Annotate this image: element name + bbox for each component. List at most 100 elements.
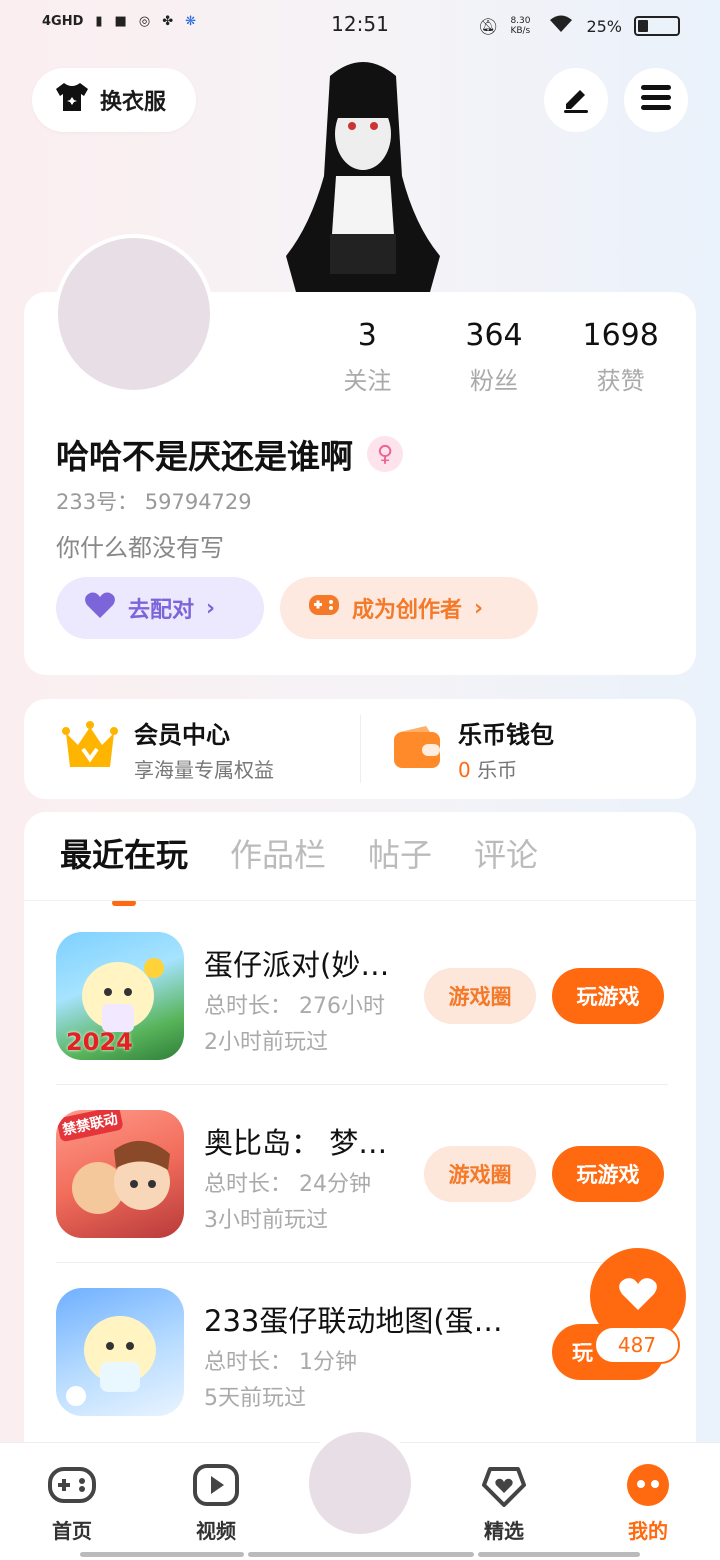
game-badge: 2024 [66, 1028, 133, 1056]
play-icon [166, 1463, 266, 1507]
list-item[interactable]: 233蛋仔联动地图(蛋… 总时长： 1分钟 5天前玩过 玩 [56, 1272, 668, 1432]
tab-posts[interactable]: 帖子 [368, 830, 432, 876]
avatar-character[interactable] [280, 56, 446, 292]
tab-comments[interactable]: 评论 [474, 830, 538, 876]
play-game-button[interactable]: 玩游戏 [552, 968, 664, 1024]
wardrobe-label: 换衣服 [100, 90, 167, 115]
nav-video[interactable]: 视频 [166, 1463, 266, 1544]
game-name: 奥比岛： 梦… [204, 1126, 388, 1160]
hamburger-icon [639, 83, 673, 117]
game-duration: 总时长： 1分钟 [204, 1350, 357, 1375]
like-count: 487 [594, 1326, 680, 1364]
coin-unit: 乐币 [477, 758, 518, 782]
username-row: 哈哈不是厌还是谁啊 ♀ [56, 430, 403, 478]
stat-likes[interactable]: 1698 获赞 [557, 318, 684, 396]
divider [24, 900, 696, 901]
bio: 你什么都没有写 [56, 534, 224, 562]
divider [56, 1262, 668, 1263]
battery-percent: 25% [586, 16, 622, 36]
vip-title: 会员中心 [134, 721, 230, 749]
last-played: 5天前玩过 [204, 1386, 306, 1411]
match-button[interactable]: 去配对 › [56, 577, 264, 639]
stat-label: 粉丝 [470, 367, 518, 395]
menu-button[interactable] [624, 68, 688, 132]
game-name: 蛋仔派对(妙… [204, 948, 390, 982]
nav-home[interactable]: 首页 [22, 1463, 122, 1544]
nav-label: 我的 [628, 1519, 668, 1543]
username: 哈哈不是厌还是谁啊 [56, 437, 353, 476]
stat-value: 1698 [582, 318, 659, 353]
stats-row: 3 关注 364 粉丝 1698 获赞 [304, 318, 684, 396]
shirt-icon [54, 81, 90, 119]
gamepad-icon [308, 592, 340, 624]
game-circle-button[interactable]: 游戏圈 [424, 1146, 536, 1202]
wifi-icon [548, 14, 574, 38]
face-icon [598, 1463, 698, 1507]
heart-icon [618, 1276, 658, 1316]
stat-value: 364 [465, 318, 523, 353]
divider [56, 1084, 668, 1085]
chevron-right-icon: › [474, 595, 484, 621]
wallet-card: 会员中心 享海量专属权益 乐币钱包 0 乐币 [24, 699, 696, 799]
wallet-icon [392, 724, 442, 774]
coin-amount: 0 [458, 758, 471, 782]
nav-label: 视频 [196, 1519, 236, 1543]
gesture-bar [80, 1552, 244, 1557]
chevron-right-icon: › [206, 595, 216, 621]
stat-label: 获赞 [596, 367, 645, 395]
gamepad-icon [22, 1463, 122, 1507]
gesture-bar [248, 1552, 474, 1557]
heart-icon [84, 591, 116, 625]
avatar[interactable] [54, 234, 214, 394]
net-speed: 8.30 KB/s [510, 16, 531, 36]
nav-label: 首页 [52, 1519, 92, 1543]
wardrobe-button[interactable]: 换衣服 [32, 68, 196, 132]
match-label: 去配对 [128, 598, 195, 623]
mute-icon: 🔕︎ [478, 16, 499, 36]
game-icon[interactable] [56, 1288, 184, 1416]
crown-icon [62, 721, 118, 777]
tab-works[interactable]: 作品栏 [230, 830, 326, 876]
list-item[interactable]: 2024 蛋仔派对(妙… 总时长： 276小时 2小时前玩过 游戏圈 玩游戏 [56, 916, 668, 1076]
vip-subtitle: 享海量专属权益 [134, 758, 274, 782]
last-played: 3小时前玩过 [204, 1208, 328, 1233]
game-icon[interactable]: 2024 [56, 932, 184, 1060]
stat-value: 3 [357, 318, 377, 353]
heart-bubble-icon [454, 1463, 554, 1507]
coin-title: 乐币钱包 [458, 721, 554, 749]
game-circle-button[interactable]: 游戏圈 [424, 968, 536, 1024]
last-played: 2小时前玩过 [204, 1030, 328, 1055]
stat-label: 关注 [343, 367, 392, 395]
nav-featured[interactable]: 精选 [454, 1463, 554, 1544]
content-card: 最近在玩 作品栏 帖子 评论 2024 蛋仔派对(妙… 总时长： 276小时 2… [24, 812, 696, 1472]
vip-center[interactable]: 会员中心 享海量专属权益 [62, 699, 274, 799]
divider [360, 715, 361, 783]
vip-text: 会员中心 享海量专属权益 [134, 715, 274, 783]
game-icon[interactable]: 禁禁联动 [56, 1110, 184, 1238]
female-icon: ♀ [367, 436, 403, 472]
coin-text: 乐币钱包 0 乐币 [458, 715, 554, 783]
user-id[interactable]: 233号： 59794729 [56, 486, 252, 516]
tab-bar: 最近在玩 作品栏 帖子 评论 [60, 830, 538, 906]
creator-button[interactable]: 成为创作者 › [280, 577, 538, 639]
gesture-bar [478, 1552, 640, 1557]
list-item[interactable]: 禁禁联动 奥比岛： 梦… 总时长： 24分钟 3小时前玩过 游戏圈 玩游戏 [56, 1094, 668, 1254]
edit-profile-button[interactable] [544, 68, 608, 132]
coin-wallet[interactable]: 乐币钱包 0 乐币 [392, 699, 554, 799]
tab-recent[interactable]: 最近在玩 [60, 830, 188, 906]
stat-fans[interactable]: 364 粉丝 [431, 318, 558, 396]
game-name: 233蛋仔联动地图(蛋… [204, 1304, 503, 1338]
play-game-button[interactable]: 玩游戏 [552, 1146, 664, 1202]
battery-icon [634, 16, 680, 36]
pencil-icon [560, 82, 592, 118]
game-duration: 总时长： 24分钟 [204, 1172, 371, 1197]
stat-following[interactable]: 3 关注 [304, 318, 431, 396]
game-duration: 总时长： 276小时 [204, 994, 385, 1019]
nav-mine[interactable]: 我的 [598, 1463, 698, 1544]
creator-label: 成为创作者 [352, 598, 463, 623]
nav-label: 精选 [484, 1519, 524, 1543]
status-right: 🔕︎ 8.30 KB/s 25% [478, 14, 680, 38]
center-avatar-button[interactable] [303, 1426, 417, 1540]
status-bar: 4GHD ▮ ■ ◎ ✤ ❋ 12:51 🔕︎ 8.30 KB/s 25% [0, 0, 720, 54]
coin-subtitle: 0 乐币 [458, 754, 554, 783]
